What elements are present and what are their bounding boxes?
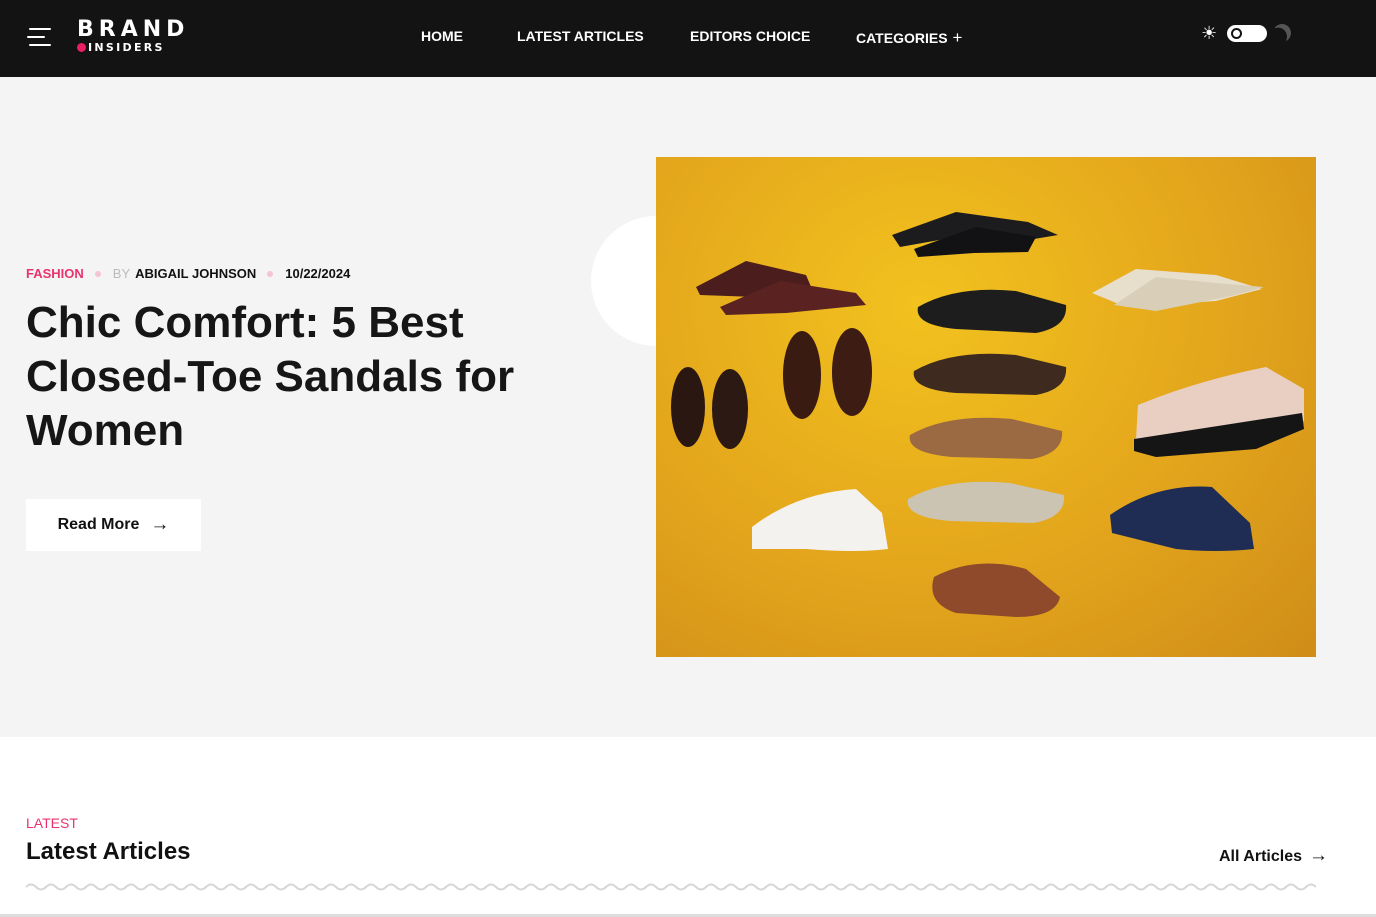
arrow-right-icon: →: [1309, 845, 1328, 866]
nav-editors-choice[interactable]: EDITORS CHOICE: [690, 28, 810, 44]
section-eyebrow: LATEST: [26, 815, 78, 831]
moon-icon: [1270, 21, 1293, 44]
black-slide-shoe: [892, 212, 1058, 257]
sun-icon: ☀: [1201, 23, 1218, 43]
burgundy-mule-shoe: [696, 261, 866, 315]
plus-icon: +: [952, 28, 963, 47]
cream-mule-shoe: [1092, 269, 1264, 311]
logo-line2: INSIDERS: [88, 41, 165, 54]
all-articles-link[interactable]: All Articles →: [1219, 845, 1328, 867]
meta-separator-dot: [267, 270, 274, 277]
latest-articles-section: LATEST Latest Articles All Articles →: [0, 737, 1376, 917]
read-more-label: Read More: [57, 516, 140, 533]
nav-categories[interactable]: CATEGORIES +: [856, 28, 962, 48]
category-link[interactable]: FASHION: [26, 266, 84, 281]
nav-categories-label: CATEGORIES: [856, 30, 948, 46]
beige-fisherman-sandal: [907, 481, 1065, 523]
hero-title[interactable]: Chic Comfort: 5 Best Closed-Toe Sandals …: [26, 296, 586, 458]
nav-latest-articles[interactable]: LATEST ARTICLES: [517, 28, 644, 44]
theme-toggle[interactable]: [1227, 25, 1267, 42]
meta-separator-dot: [94, 270, 101, 277]
menu-icon[interactable]: [27, 26, 51, 48]
sandals-illustration: [671, 212, 1304, 617]
post-meta: FASHION BY ABIGAIL JOHNSON 10/22/2024: [26, 266, 350, 281]
nav-home[interactable]: HOME: [421, 28, 463, 44]
black-fisherman-sandal: [917, 289, 1067, 333]
site-logo[interactable]: BRAND INSIDERS: [77, 19, 189, 53]
arrow-right-icon: →: [150, 514, 170, 535]
dark-loafer-shoes: [671, 328, 872, 449]
wavy-divider: [26, 883, 1316, 891]
theme-switcher: ☀: [1201, 23, 1296, 45]
brown-fisherman-sandal: [913, 353, 1067, 395]
author-link[interactable]: ABIGAIL JOHNSON: [135, 266, 256, 281]
white-fisherman-sandal: [752, 489, 888, 551]
site-header: BRAND INSIDERS HOME LATEST ARTICLES EDIT…: [0, 0, 1376, 77]
all-articles-label: All Articles: [1219, 848, 1302, 865]
navy-fisherman-sandal: [1110, 486, 1254, 551]
logo-line1: BRAND: [77, 17, 190, 42]
read-more-button[interactable]: Read More →: [26, 499, 201, 551]
logo-dot: [77, 43, 86, 52]
hero-image[interactable]: [656, 157, 1316, 657]
hero-section: FASHION BY ABIGAIL JOHNSON 10/22/2024 Ch…: [0, 77, 1376, 737]
tan-fisherman-sandal: [909, 417, 1063, 459]
post-date: 10/22/2024: [285, 266, 351, 281]
section-title: Latest Articles: [26, 838, 191, 865]
cognac-fisherman-sandal: [932, 563, 1060, 617]
woven-platform-sandal: [1134, 367, 1304, 457]
by-label: BY: [112, 266, 131, 281]
toggle-knob: [1231, 28, 1242, 39]
